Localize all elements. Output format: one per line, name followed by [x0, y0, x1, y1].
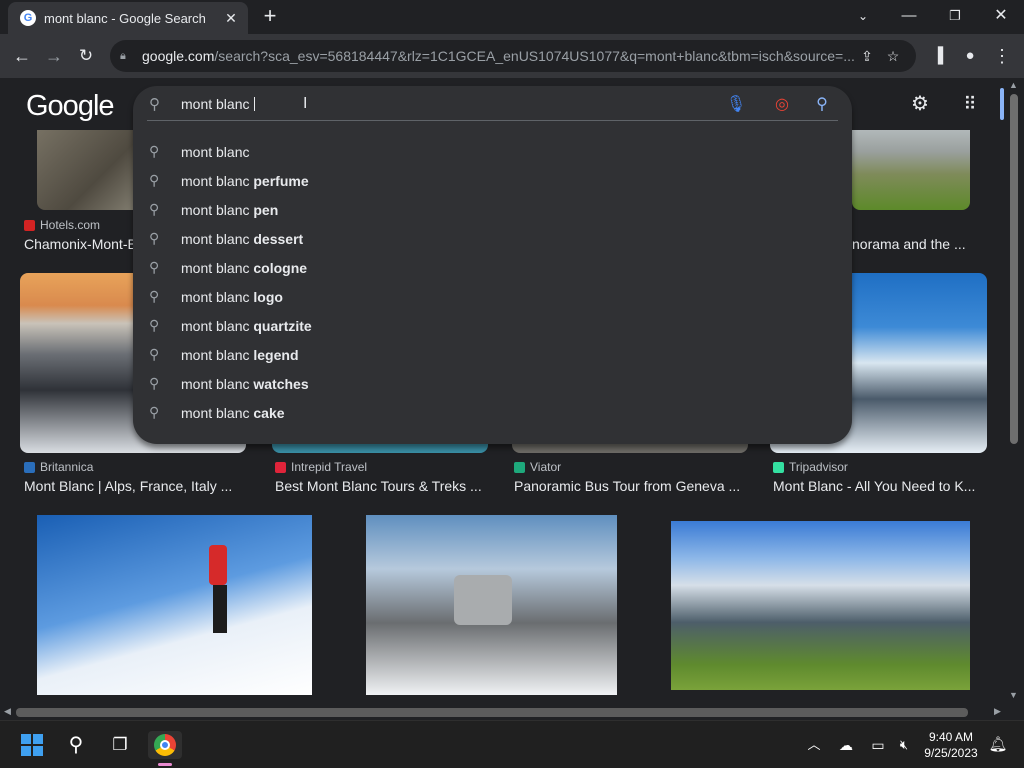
- search-icon: ⚲: [149, 375, 160, 391]
- suggestion-item[interactable]: ⚲ mont blanc quartzite: [133, 311, 852, 340]
- restore-button[interactable]: ❐: [937, 4, 973, 28]
- search-icon: ⚲: [149, 404, 160, 420]
- share-icon[interactable]: ⇪: [854, 48, 880, 65]
- search-icon: ⚲: [149, 230, 160, 246]
- search-icon: ⚲: [149, 143, 160, 159]
- apps-grid-icon[interactable]: ⠿: [958, 92, 982, 116]
- search-icon: ⚲: [149, 259, 160, 275]
- new-tab-button[interactable]: +: [258, 5, 282, 29]
- gear-icon[interactable]: ⚙: [908, 92, 932, 116]
- search-icon: ⚲: [149, 288, 160, 304]
- menu-kebab-icon[interactable]: ⋮: [990, 44, 1014, 68]
- search-box[interactable]: ⚲ mont blanc I 🎙︎ ◎ ⚲: [133, 86, 852, 124]
- windows-taskbar: ⚲ ❐ ︿ ☁ ▭ 🔇︎ 9:40 AM 9/25/2023 🔔︎: [0, 720, 1024, 768]
- system-clock[interactable]: 9:40 AM 9/25/2023: [918, 729, 984, 761]
- tab-strip: G mont blanc - Google Search ✕ + ⌄ — ❐ ✕: [0, 0, 1024, 34]
- mouse-ibeam-cursor-icon: I: [303, 95, 308, 112]
- notification-bell-icon[interactable]: 🔔︎: [984, 731, 1012, 759]
- volume-muted-icon[interactable]: 🔇︎: [890, 731, 918, 759]
- intrepid-icon: [275, 461, 286, 473]
- scroll-up-icon[interactable]: ▲: [1009, 80, 1018, 90]
- suggestion-item[interactable]: ⚲ mont blanc perfume: [133, 166, 852, 195]
- search-icon: ⚲: [149, 346, 160, 362]
- result-caption[interactable]: Panoramic Bus Tour from Geneva ...: [514, 478, 754, 494]
- viator-icon: [514, 461, 525, 473]
- search-suggestions-dropdown: ⚲ mont blanc I 🎙︎ ◎ ⚲ ⚲ mont blanc ⚲ mont …: [133, 86, 852, 444]
- tripadvisor-icon: [773, 461, 784, 473]
- suggestion-item[interactable]: ⚲ mont blanc logo: [133, 282, 852, 311]
- result-source[interactable]: Hotels.com: [24, 218, 100, 232]
- result-image[interactable]: [37, 515, 312, 695]
- result-source[interactable]: Intrepid Travel: [275, 460, 367, 474]
- google-logo[interactable]: Google: [26, 90, 115, 123]
- reload-button[interactable]: ↻: [74, 44, 98, 68]
- bookmark-star-icon[interactable]: ☆: [880, 48, 906, 65]
- search-icon: ⚲: [149, 317, 160, 333]
- result-caption[interactable]: Mont Blanc - All You Need to K...: [773, 478, 983, 494]
- hotels-icon: [24, 219, 35, 231]
- windows-start-icon[interactable]: [18, 731, 46, 759]
- task-view-icon[interactable]: ❐: [106, 731, 134, 759]
- onedrive-icon[interactable]: ☁: [832, 731, 860, 759]
- result-caption[interactable]: Mont Blanc | Alps, France, Italy ...: [24, 478, 244, 494]
- result-image[interactable]: [366, 515, 617, 695]
- result-caption[interactable]: norama and the ...: [852, 236, 972, 252]
- side-panel-icon[interactable]: ▐: [926, 44, 950, 68]
- microphone-icon[interactable]: 🎙︎: [724, 94, 748, 116]
- text-cursor: [254, 97, 256, 111]
- search-icon: ⚲: [149, 96, 160, 113]
- suggestion-list: ⚲ mont blanc ⚲ mont blanc perfume ⚲ mont bl…: [133, 137, 852, 427]
- clock-time: 9:40 AM: [928, 730, 974, 744]
- close-tab-icon[interactable]: ✕: [222, 10, 240, 27]
- suggestion-item[interactable]: ⚲ mont blanc cologne: [133, 253, 852, 282]
- search-input[interactable]: mont blanc: [181, 96, 256, 112]
- clock-date: 9/25/2023: [924, 746, 978, 760]
- result-image[interactable]: [852, 130, 970, 210]
- chevron-up-icon[interactable]: ︿: [800, 731, 828, 759]
- google-favicon-icon: G: [20, 10, 36, 26]
- suggestion-item[interactable]: ⚲ mont blanc cake: [133, 398, 852, 427]
- scrollbar-thumb[interactable]: [1010, 94, 1018, 444]
- divider: [147, 120, 838, 121]
- scroll-right-icon[interactable]: ▶: [994, 706, 1001, 717]
- result-image[interactable]: [671, 521, 970, 690]
- chrome-taskbar-icon[interactable]: [148, 731, 182, 766]
- close-window-button[interactable]: ✕: [983, 4, 1019, 28]
- search-icon: ⚲: [149, 201, 160, 217]
- back-button[interactable]: ←: [10, 44, 34, 68]
- scroll-left-icon[interactable]: ◀: [4, 706, 11, 717]
- minimize-button[interactable]: —: [891, 4, 927, 28]
- suggestion-item[interactable]: ⚲ mont blanc dessert: [133, 224, 852, 253]
- suggestion-item[interactable]: ⚲ mont blanc legend: [133, 340, 852, 369]
- browser-toolbar: ← → ↻ 🔒︎ google.com/search?sca_esv=56818…: [0, 34, 1024, 78]
- suggestion-item[interactable]: ⚲ mont blanc watches: [133, 369, 852, 398]
- tab-title: mont blanc - Google Search: [44, 10, 206, 26]
- taskbar-search-icon[interactable]: ⚲: [62, 731, 90, 759]
- britannica-icon: [24, 461, 35, 473]
- result-caption[interactable]: Best Mont Blanc Tours & Treks ...: [275, 478, 495, 494]
- browser-tab[interactable]: G mont blanc - Google Search ✕: [8, 2, 248, 34]
- suggestion-item[interactable]: ⚲ mont blanc pen: [133, 195, 852, 224]
- scroll-down-icon[interactable]: ▼: [1009, 690, 1018, 700]
- google-lens-icon[interactable]: ◎: [770, 94, 794, 116]
- tab-search-chevron-icon[interactable]: ⌄: [845, 4, 881, 28]
- search-submit-icon[interactable]: ⚲: [810, 94, 834, 116]
- search-icon: ⚲: [149, 172, 160, 188]
- result-source[interactable]: Tripadvisor: [773, 460, 848, 474]
- result-source[interactable]: Britannica: [24, 460, 93, 474]
- result-image[interactable]: [37, 130, 147, 210]
- result-source[interactable]: Viator: [514, 460, 561, 474]
- scrollbar-thumb[interactable]: [16, 708, 968, 717]
- profile-icon[interactable]: ●: [958, 44, 982, 68]
- result-caption[interactable]: Chamonix-Mont-B: [24, 236, 134, 252]
- lock-icon: 🔒︎: [120, 49, 126, 62]
- vertical-scrollbar[interactable]: ▲ ▼: [1004, 78, 1024, 705]
- forward-button[interactable]: →: [42, 44, 66, 68]
- address-bar[interactable]: 🔒︎ google.com/search?sca_esv=568184447&r…: [110, 40, 916, 72]
- horizontal-scrollbar[interactable]: ◀ ▶: [0, 705, 1004, 720]
- suggestion-item[interactable]: ⚲ mont blanc: [133, 137, 852, 166]
- network-icon[interactable]: ▭: [864, 731, 892, 759]
- url-text[interactable]: google.com/search?sca_esv=568184447&rlz=…: [142, 48, 854, 64]
